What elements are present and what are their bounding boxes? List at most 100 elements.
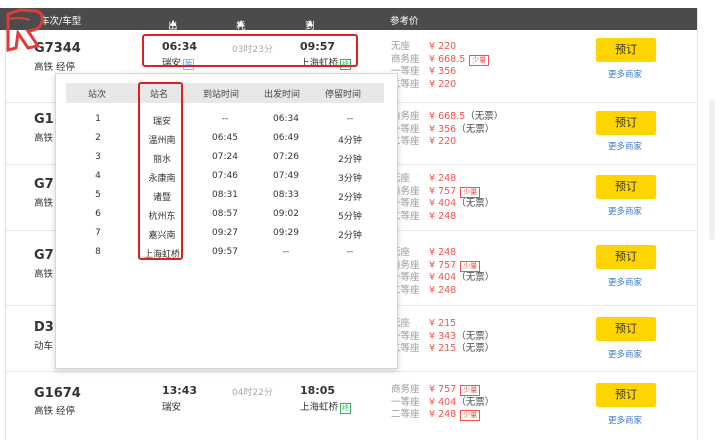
arrive-station: 上海虹桥终 xyxy=(300,399,352,414)
results-table-header: 车次/车型 出发 ▲ 耗时 ▲ 到达 ▲ 参考价 xyxy=(0,8,697,46)
seat-price-list: 无座 ¥ 220 商务座 ¥ 668.5 少量 一等座 ¥ 356 二等座 ¥ 220 xyxy=(391,41,490,91)
header-depart: 出发时间 xyxy=(264,90,301,100)
page-border-right xyxy=(697,8,698,440)
seat-class: 商务座 xyxy=(391,53,420,65)
stop-stay: 3分钟 xyxy=(338,174,362,184)
book-button[interactable]: 预订 xyxy=(596,111,656,135)
stop-stay: -- xyxy=(346,114,354,124)
availability-note: （无票） xyxy=(456,396,495,408)
stop-stay: 2分钟 xyxy=(338,193,362,203)
seat-class: 商务座 xyxy=(391,384,420,395)
book-button[interactable]: 预订 xyxy=(596,317,656,341)
stops-popup: 站次 站名 到站时间 出发时间 停留时间 1 瑞安 -- 06:34 -- 2 温州南 06:… xyxy=(55,73,398,369)
sort-up-icon: ▲ xyxy=(170,18,177,27)
seat-price: ¥ 220 xyxy=(429,41,457,52)
header-seq: 站次 xyxy=(88,90,107,100)
seat-line: 无座 ¥ 220 xyxy=(391,41,489,54)
more-vendors-link[interactable]: 更多商家 xyxy=(608,68,642,80)
stop-seq: 7 xyxy=(95,228,101,238)
header-train-type: 车次/车型 xyxy=(40,16,82,27)
train-type[interactable]: 高铁 xyxy=(34,195,53,209)
seat-price: ¥ 356 xyxy=(429,66,457,77)
seat-line: 商务座 ¥ 757 少量 xyxy=(391,384,494,397)
train-number[interactable]: G7 xyxy=(34,177,54,192)
header-arrive: 到站时间 xyxy=(203,90,240,100)
stop-stay: 5分钟 xyxy=(338,212,362,222)
seat-price-list: 商务座 ¥ 757 少量 一等座 ¥ 404（无票） 二等座 ¥ 248 少量 xyxy=(391,384,494,422)
stop-seq: 8 xyxy=(95,247,101,257)
availability-badge: 少量 xyxy=(460,410,481,421)
seat-price: ¥ 248 xyxy=(429,210,457,222)
book-button[interactable]: 预订 xyxy=(596,245,656,269)
availability-note: （无票） xyxy=(456,198,495,209)
train-type[interactable]: 高铁 xyxy=(34,130,53,144)
stop-arrive: 08:31 xyxy=(212,190,238,200)
train-number[interactable]: G1674 xyxy=(34,386,81,401)
highlight-box-stations xyxy=(138,82,183,260)
train-type[interactable]: 高铁 经停 xyxy=(34,59,75,73)
seat-price: ¥ 215 xyxy=(429,343,457,354)
stop-depart: -- xyxy=(282,247,290,257)
train-number[interactable]: G1 xyxy=(34,112,54,127)
stop-depart: 07:49 xyxy=(273,171,299,181)
train-type[interactable]: 动车 xyxy=(34,338,53,352)
stop-arrive: 09:27 xyxy=(212,228,238,238)
seat-price: ¥ 404 xyxy=(429,272,457,283)
stop-stay: 2分钟 xyxy=(338,231,362,241)
train-number[interactable]: G7 xyxy=(34,248,54,263)
more-vendors-link[interactable]: 更多商家 xyxy=(608,205,642,217)
seat-class: 无座 xyxy=(391,41,411,52)
availability-note: （无票） xyxy=(456,343,495,354)
seat-line: 商务座 ¥ 757 少量 xyxy=(391,260,494,273)
stop-stay: 4分钟 xyxy=(338,136,362,146)
site-logo-icon xyxy=(5,8,44,52)
stop-seq: 6 xyxy=(95,209,101,219)
more-vendors-link[interactable]: 更多商家 xyxy=(608,140,642,152)
arrive-station-name: 上海虹桥 xyxy=(300,402,339,413)
seat-price: ¥ 248 xyxy=(429,173,457,184)
header-stay: 停留时间 xyxy=(325,90,362,100)
seat-class: 二等座 xyxy=(391,409,420,420)
seat-line: 一等座 ¥ 404（无票） xyxy=(391,272,494,285)
seat-price-list: 无座 ¥ 215 一等座 ¥ 343（无票） 二等座 ¥ 215（无票） xyxy=(391,318,494,356)
stop-depart: 08:33 xyxy=(273,190,299,200)
more-vendors-link[interactable]: 更多商家 xyxy=(608,348,642,360)
more-vendors-link[interactable]: 更多商家 xyxy=(608,276,642,288)
seat-line: 商务座 ¥ 757 少量 xyxy=(391,186,494,199)
scrollbar[interactable] xyxy=(709,100,715,240)
seat-price: ¥ 404 xyxy=(429,198,457,209)
train-number[interactable]: D3 xyxy=(34,320,54,335)
stop-seq: 4 xyxy=(95,171,101,181)
train-type[interactable]: 高铁 经停 xyxy=(34,403,75,417)
seat-price: ¥ 248 xyxy=(429,409,457,420)
seat-line: 无座 ¥ 215 xyxy=(391,318,494,331)
stop-arrive: -- xyxy=(221,114,229,124)
seat-price: ¥ 343 xyxy=(429,330,457,342)
availability-note: （无票） xyxy=(456,272,495,283)
stop-depart: 07:26 xyxy=(273,152,299,162)
seat-line: 商务座 ¥ 668.5 少量 xyxy=(391,53,490,67)
seat-price: ¥ 220 xyxy=(429,78,457,90)
seat-line: 一等座 ¥ 404（无票） xyxy=(391,198,494,211)
book-button[interactable]: 预订 xyxy=(596,38,656,62)
seat-price: ¥ 668.5 xyxy=(429,111,466,122)
seat-line: 商务座 ¥ 668.5（无票） xyxy=(391,111,503,124)
book-button[interactable]: 预订 xyxy=(596,175,656,199)
header-price: 参考价 xyxy=(390,16,419,27)
seat-price-list: 无座 ¥ 248 商务座 ¥ 757 少量 一等座 ¥ 404（无票） 二等座 ¥ 248 xyxy=(391,247,494,297)
availability-note: （无票） xyxy=(465,111,504,122)
stop-seq: 5 xyxy=(95,190,101,200)
availability-note: （无票） xyxy=(456,330,495,342)
more-vendors-link[interactable]: 更多商家 xyxy=(608,414,642,426)
seat-price: ¥ 248 xyxy=(429,284,457,296)
seat-price: ¥ 757 xyxy=(429,384,457,395)
train-type[interactable]: 高铁 xyxy=(34,266,53,280)
seat-line: 二等座 ¥ 248 xyxy=(391,211,494,224)
book-button[interactable]: 预订 xyxy=(596,383,656,407)
availability-badge: 少量 xyxy=(460,260,481,272)
seat-price: ¥ 757 xyxy=(429,185,457,197)
stop-stay: -- xyxy=(346,247,354,257)
stop-seq: 3 xyxy=(95,152,101,162)
seat-class: 一等座 xyxy=(391,396,420,408)
seat-price: ¥ 220 xyxy=(429,136,457,147)
